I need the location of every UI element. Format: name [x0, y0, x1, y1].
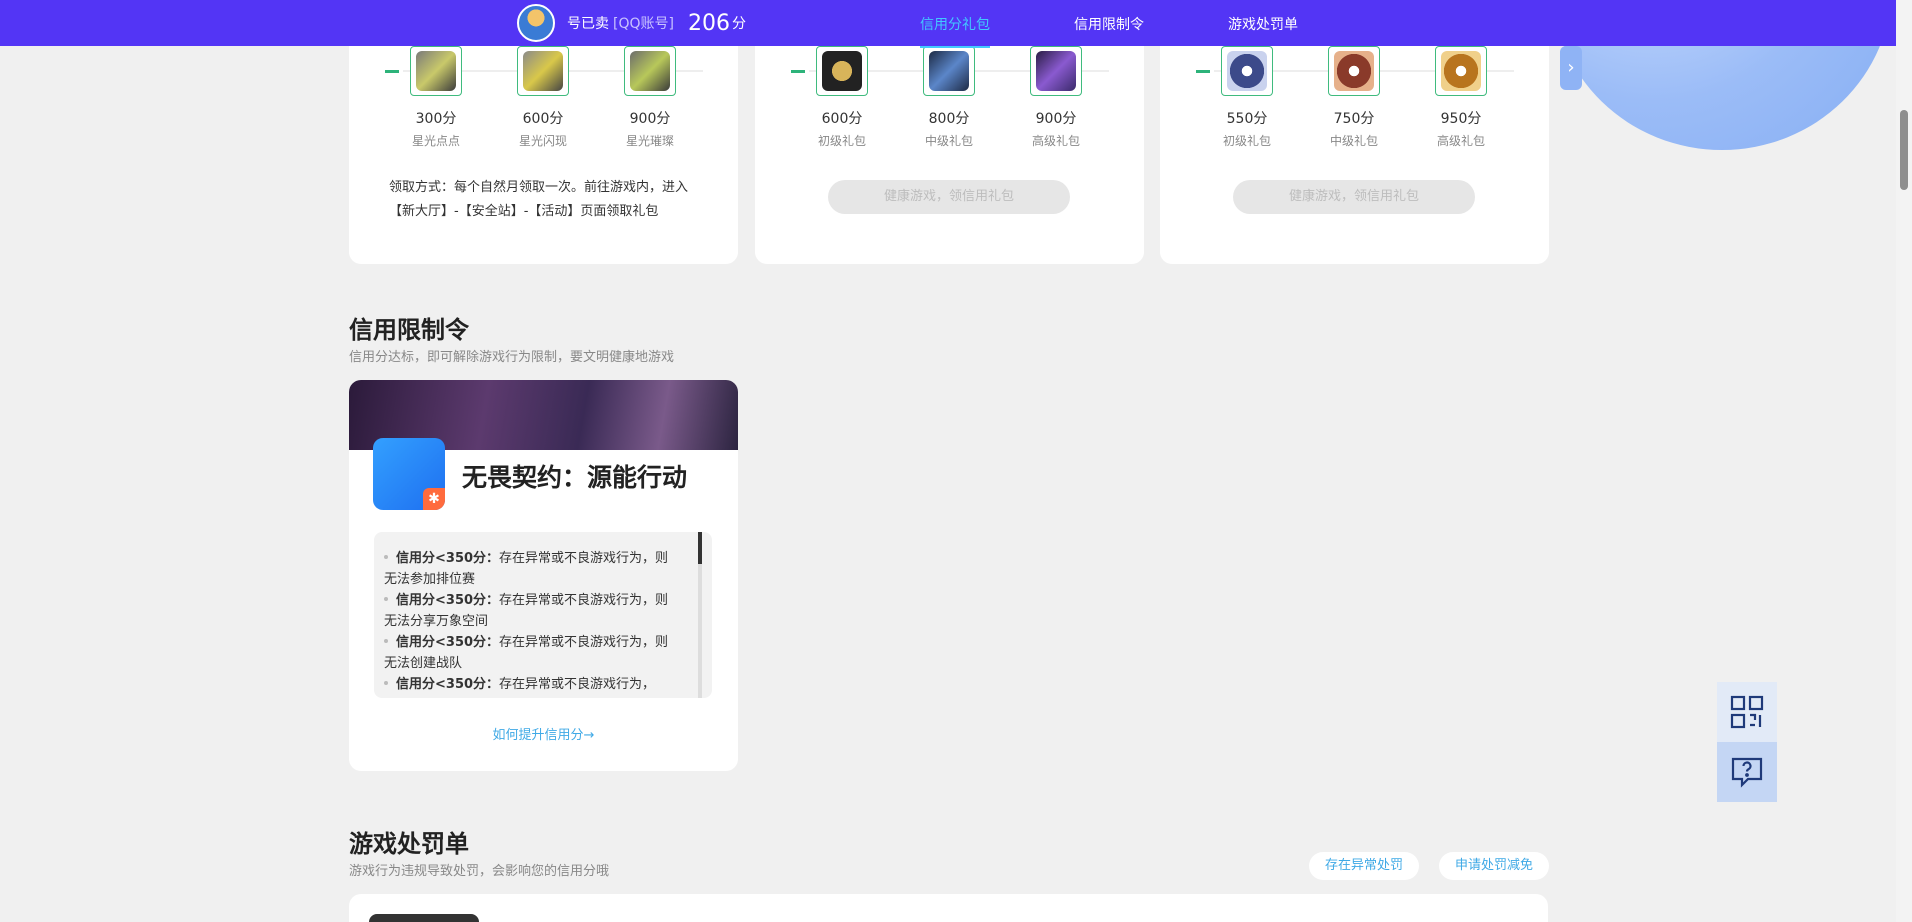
gift-item[interactable]: 950分 高级礼包 [1416, 46, 1506, 149]
rule-item: 信用分<350分：存在异常或不良游戏行为， [384, 674, 674, 695]
gift-item[interactable]: 800分 中级礼包 [904, 46, 994, 149]
scrollbar-thumb[interactable] [1900, 110, 1908, 190]
gift-item[interactable]: 900分 高级礼包 [1011, 46, 1101, 149]
rule-condition: 信用分<350分： [396, 635, 500, 650]
gift-level: 高级礼包 [1031, 134, 1080, 148]
gift-item[interactable]: 300分 星光点点 [391, 46, 481, 149]
user-info: 号已卖 [QQ账号] 206 分 [517, 4, 746, 42]
page-scrollbar[interactable] [1896, 0, 1912, 922]
gift-item[interactable]: 600分 初级礼包 [797, 46, 887, 149]
rule-scrollbar[interactable] [698, 532, 702, 698]
apply-reduction-button[interactable]: 申请处罚减免 [1439, 852, 1549, 880]
gift-level: 中级礼包 [924, 134, 973, 148]
gift-level: 高级礼包 [1436, 134, 1485, 148]
gift-level: 初级礼包 [1222, 134, 1271, 148]
game-logo-icon: ✱ [373, 438, 445, 510]
credit-score: 206 [687, 10, 730, 36]
avatar[interactable] [517, 4, 555, 42]
gift-points: 600分 [821, 111, 863, 127]
gift-level: 星光点点 [411, 134, 460, 148]
gift-points: 550分 [1226, 111, 1268, 127]
gift-item[interactable]: 750分 中级礼包 [1309, 46, 1399, 149]
gift-thumb-icon [624, 46, 676, 96]
penalty-thumb [369, 914, 479, 922]
help-chat-icon[interactable] [1717, 742, 1777, 802]
gift-item[interactable]: 600分 星光闪现 [498, 46, 588, 149]
side-float-panel [1717, 682, 1777, 802]
gift-thumb-icon [1435, 46, 1487, 96]
gift-thumb-icon [410, 46, 462, 96]
rule-condition: 信用分<350分： [396, 593, 500, 608]
claim-gift-button[interactable]: 健康游戏，领信用礼包 [828, 180, 1070, 214]
penalty-title: 游戏处罚单 [349, 830, 469, 858]
gift-item[interactable]: 900分 星光璀璨 [605, 46, 695, 149]
gift-thumb-icon [816, 46, 868, 96]
gift-item[interactable]: 550分 初级礼包 [1202, 46, 1292, 149]
top-bar: 号已卖 [QQ账号] 206 分 信用分礼包 信用限制令 游戏处罚单 [0, 0, 1896, 48]
star-badge-icon: ✱ [423, 488, 445, 510]
gift-points: 750分 [1333, 111, 1375, 127]
rule-list[interactable]: 信用分<350分：存在异常或不良游戏行为，则无法参加排位赛 信用分<350分：存… [374, 532, 712, 698]
gift-thumb-icon [517, 46, 569, 96]
rule-text: 存在异常或不良游戏行为， [499, 677, 656, 692]
gift-level: 中级礼包 [1329, 134, 1378, 148]
gift-points: 950分 [1440, 111, 1482, 127]
gift-points: 900分 [1035, 111, 1077, 127]
score-unit: 分 [731, 16, 746, 32]
gift-level: 星光璀璨 [625, 134, 674, 148]
gift-thumb-icon [923, 46, 975, 96]
restriction-title: 信用限制令 [349, 316, 469, 344]
abnormal-penalty-button[interactable]: 存在异常处罚 [1309, 852, 1419, 880]
penalty-card [349, 894, 1548, 922]
gift-thumb-icon [1030, 46, 1082, 96]
gift-thumb-icon [1221, 46, 1273, 96]
gift-level: 星光闪现 [518, 134, 567, 148]
how-to-improve-link[interactable]: 如何提升信用分→ [349, 724, 738, 743]
game-name: 无畏契约：源能行动 [462, 463, 688, 492]
rule-item: 信用分<350分：存在异常或不良游戏行为，则无法参加排位赛 [384, 548, 674, 590]
gift-points: 600分 [522, 111, 564, 127]
restriction-card: ✱ 无畏契约：源能行动 信用分<350分：存在异常或不良游戏行为，则无法参加排位… [349, 380, 738, 771]
rule-item: 信用分<350分：存在异常或不良游戏行为，则无法创建战队 [384, 632, 674, 674]
gift-level: 初级礼包 [817, 134, 866, 148]
claim-instructions: 领取方式：每个自然月领取一次。前往游戏内，进入【新大厅】-【安全站】-【活动】页… [389, 180, 689, 219]
qr-code-icon[interactable] [1717, 682, 1777, 742]
chevron-right-icon[interactable]: › [1560, 46, 1582, 90]
account-type: [QQ账号] [613, 16, 674, 32]
claim-gift-button[interactable]: 健康游戏，领信用礼包 [1233, 180, 1475, 214]
rule-item: 信用分<350分：存在异常或不良游戏行为，则无法分享万象空间 [384, 590, 674, 632]
tab-credit-gift[interactable]: 信用分礼包 [920, 14, 990, 48]
rule-condition: 信用分<350分： [396, 551, 500, 566]
tab-game-penalty[interactable]: 游戏处罚单 [1228, 14, 1298, 34]
penalty-subtitle: 游戏行为违规导致处罚，会影响您的信用分哦 [349, 864, 610, 879]
gift-points: 900分 [629, 111, 671, 127]
restriction-subtitle: 信用分达标，即可解除游戏行为限制，要文明健康地游戏 [349, 350, 675, 365]
gift-points: 800分 [928, 111, 970, 127]
rule-condition: 信用分<350分： [396, 677, 500, 692]
username: 号已卖 [567, 16, 609, 32]
tab-credit-restriction[interactable]: 信用限制令 [1074, 14, 1144, 34]
gift-thumb-icon [1328, 46, 1380, 96]
gift-points: 300分 [415, 111, 457, 127]
